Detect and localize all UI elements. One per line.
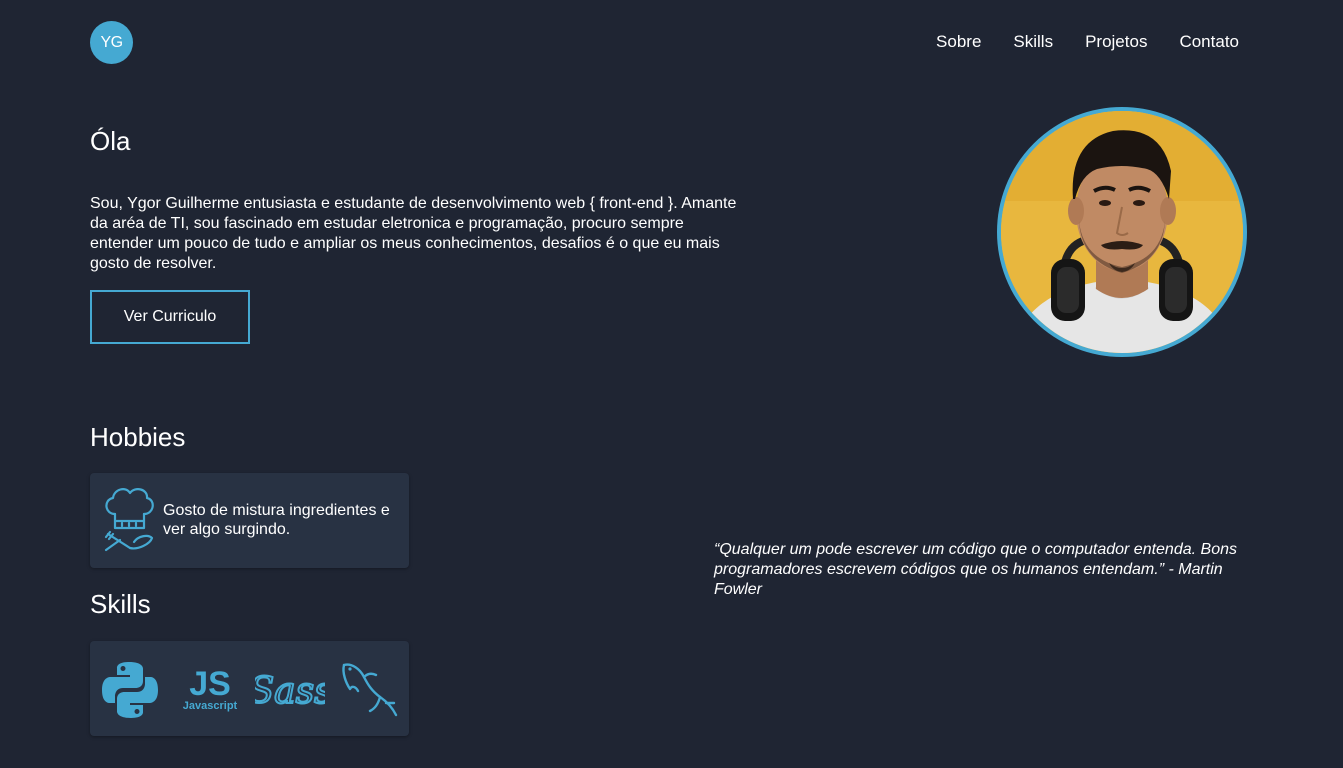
- skills-card: JS Javascript Sass: [90, 641, 409, 736]
- python-icon: [102, 662, 158, 718]
- chef-icon: [104, 488, 154, 552]
- intro-paragraph: Sou, Ygor Guilherme entusiasta e estudan…: [90, 195, 737, 272]
- logo[interactable]: YG: [90, 21, 133, 64]
- nav-link-projetos[interactable]: Projetos: [1085, 31, 1147, 53]
- logo-text: YG: [100, 33, 123, 51]
- view-resume-button[interactable]: Ver Curriculo: [90, 290, 250, 344]
- skills-heading: Skills: [90, 589, 151, 619]
- javascript-icon: JS Javascript: [183, 665, 238, 712]
- hobby-description: Gosto de mistura ingredientes e ver algo…: [163, 502, 390, 538]
- sass-icon: Sass: [255, 670, 325, 713]
- hobby-card: Gosto de mistura ingredientes e ver algo…: [90, 473, 409, 568]
- nav-link-skills[interactable]: Skills: [1013, 31, 1053, 53]
- person-portrait-icon: [1001, 111, 1243, 353]
- nav-link-contato[interactable]: Contato: [1179, 31, 1239, 53]
- javascript-abbr: JS: [189, 665, 231, 703]
- quote: “Qualquer um pode escrever um código que…: [714, 541, 1237, 598]
- main-nav: Sobre Skills Projetos Contato: [936, 31, 1239, 53]
- javascript-label: Javascript: [183, 700, 238, 712]
- nav-link-sobre[interactable]: Sobre: [936, 31, 981, 53]
- profile-photo: [997, 107, 1247, 357]
- mysql-icon: [342, 663, 398, 717]
- portfolio-page: YG Sobre Skills Projetos Contato Óla Sou…: [0, 0, 1343, 768]
- hobbies-heading: Hobbies: [90, 422, 186, 452]
- sass-label: Sass: [255, 671, 325, 712]
- greeting-heading: Óla: [90, 126, 131, 156]
